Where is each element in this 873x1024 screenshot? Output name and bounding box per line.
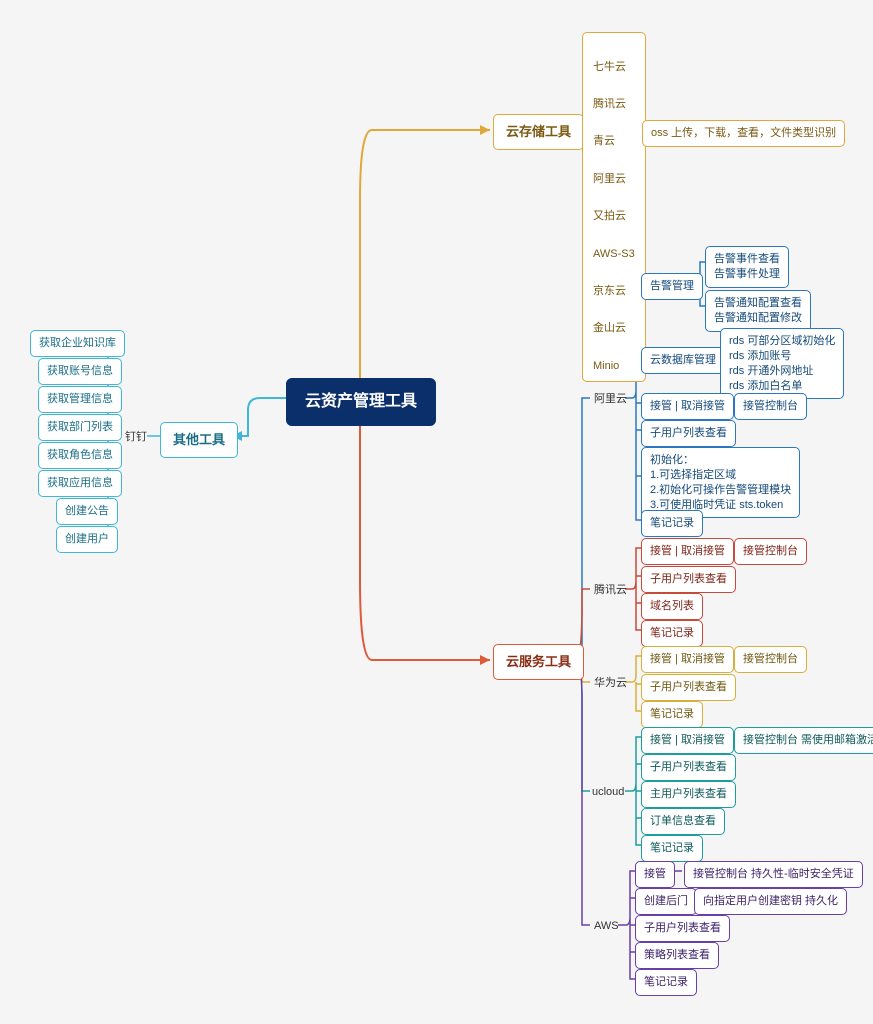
aliyun-takeover-sub[interactable]: 接管控制台	[734, 393, 807, 420]
provider-aliyun[interactable]: 阿里云	[590, 390, 631, 409]
aliyun-notes[interactable]: 笔记记录	[641, 510, 703, 537]
tencent-takeover[interactable]: 接管 | 取消接管	[641, 538, 734, 565]
aws-policy[interactable]: 策略列表查看	[635, 942, 719, 969]
other-item-1[interactable]: 获取账号信息	[38, 358, 122, 385]
tencent-notes[interactable]: 笔记记录	[641, 620, 703, 647]
aliyun-takeover[interactable]: 接管 | 取消接管	[641, 393, 734, 420]
aliyun-db-sub[interactable]: rds 可部分区域初始化 rds 添加账号 rds 开通外网地址 rds 添加白…	[720, 328, 844, 399]
mindmap-canvas: 云资产管理工具 其他工具 钉钉 获取企业知识库 获取账号信息 获取管理信息 获取…	[0, 0, 873, 1024]
prov-8: Minio	[593, 360, 619, 372]
branch-service-tools[interactable]: 云服务工具	[493, 644, 584, 680]
huawei-takeover-sub[interactable]: 接管控制台	[734, 646, 807, 673]
ucloud-order[interactable]: 订单信息查看	[641, 808, 725, 835]
prov-0: 七牛云	[593, 61, 626, 73]
other-item-0[interactable]: 获取企业知识库	[30, 330, 125, 357]
prov-7: 金山云	[593, 322, 626, 334]
root-node[interactable]: 云资产管理工具	[286, 378, 436, 426]
storage-providers-list[interactable]: 七牛云 腾讯云 青云 阿里云 又拍云 AWS-S3 京东云 金山云 Minio	[582, 32, 646, 382]
aws-backdoor[interactable]: 创建后门	[635, 888, 697, 915]
branch-other-tools[interactable]: 其他工具	[160, 422, 238, 458]
prov-4: 又拍云	[593, 210, 626, 222]
ucloud-takeover-sub[interactable]: 接管控制台 需使用邮箱激活	[734, 727, 873, 754]
provider-aws[interactable]: AWS	[590, 917, 623, 936]
other-item-6[interactable]: 创建公告	[56, 498, 118, 525]
aws-backdoor-sub[interactable]: 向指定用户创建密钥 持久化	[694, 888, 847, 915]
aliyun-alarm-sub1[interactable]: 告警事件查看 告警事件处理	[705, 246, 789, 288]
aliyun-alarm-sub2[interactable]: 告警通知配置查看 告警通知配置修改	[705, 290, 811, 332]
aliyun-db-mgmt[interactable]: 云数据库管理	[641, 347, 725, 374]
huawei-takeover[interactable]: 接管 | 取消接管	[641, 646, 734, 673]
provider-ucloud[interactable]: ucloud	[588, 783, 628, 802]
aws-takeover[interactable]: 接管	[635, 861, 675, 888]
prov-5: AWS-S3	[593, 248, 635, 260]
node-dingding[interactable]: 钉钉	[121, 428, 151, 447]
tencent-domain[interactable]: 域名列表	[641, 593, 703, 620]
aws-subuser[interactable]: 子用户列表查看	[635, 915, 730, 942]
other-item-4[interactable]: 获取角色信息	[38, 442, 122, 469]
provider-huawei[interactable]: 华为云	[590, 674, 631, 693]
ucloud-takeover[interactable]: 接管 | 取消接管	[641, 727, 734, 754]
other-item-7[interactable]: 创建用户	[56, 526, 118, 553]
aliyun-init[interactable]: 初始化： 1.可选择指定区域 2.初始化可操作告警管理模块 3.可使用临时凭证 …	[641, 447, 800, 518]
huawei-notes[interactable]: 笔记记录	[641, 701, 703, 728]
tencent-takeover-sub[interactable]: 接管控制台	[734, 538, 807, 565]
aliyun-alarm-mgmt[interactable]: 告警管理	[641, 273, 703, 300]
prov-2: 青云	[593, 135, 615, 147]
huawei-subuser[interactable]: 子用户列表查看	[641, 674, 736, 701]
ucloud-mainuser[interactable]: 主用户列表查看	[641, 781, 736, 808]
other-item-5[interactable]: 获取应用信息	[38, 470, 122, 497]
branch-storage-tools[interactable]: 云存储工具	[493, 114, 584, 150]
other-item-2[interactable]: 获取管理信息	[38, 386, 122, 413]
prov-6: 京东云	[593, 285, 626, 297]
prov-1: 腾讯云	[593, 98, 626, 110]
ucloud-subuser[interactable]: 子用户列表查看	[641, 754, 736, 781]
other-item-3[interactable]: 获取部门列表	[38, 414, 122, 441]
aws-takeover-sub[interactable]: 接管控制台 持久性-临时安全凭证	[684, 861, 863, 888]
ucloud-notes[interactable]: 笔记记录	[641, 835, 703, 862]
aws-notes[interactable]: 笔记记录	[635, 969, 697, 996]
prov-3: 阿里云	[593, 173, 626, 185]
aliyun-subuser[interactable]: 子用户列表查看	[641, 420, 736, 447]
provider-tencent[interactable]: 腾讯云	[590, 581, 631, 600]
tencent-subuser[interactable]: 子用户列表查看	[641, 566, 736, 593]
storage-capability[interactable]: oss 上传，下载，查看，文件类型识别	[642, 120, 845, 147]
